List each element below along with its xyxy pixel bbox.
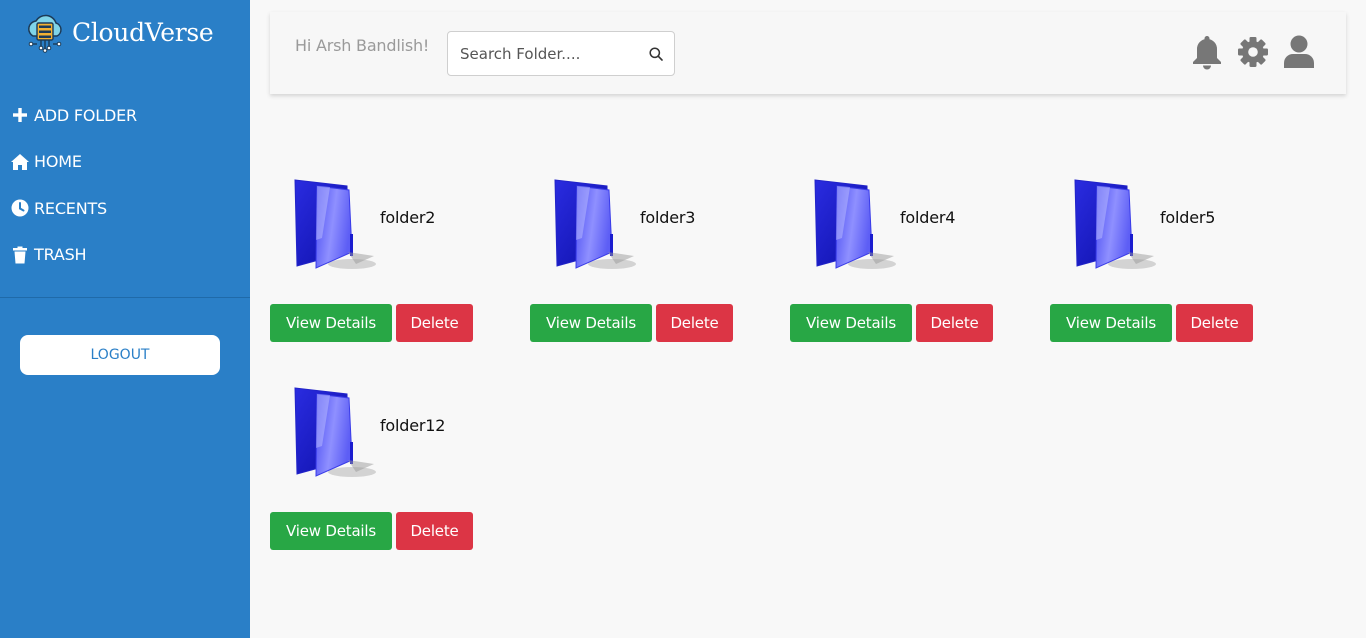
view-details-button[interactable]: View Details [270,304,392,342]
delete-button[interactable]: Delete [656,304,733,342]
folder-card: folder12 View Details Delete [270,378,480,568]
folder-card: folder2 View Details Delete [270,170,480,360]
gear-icon[interactable] [1236,34,1270,70]
brand-name: CloudVerse [72,17,214,47]
sidebar: CloudVerse ADD FOLDER HOME RECENTS TRASH [0,0,250,638]
cloud-server-logo-icon [28,14,62,53]
plus-icon [10,105,30,125]
folder-name: folder3 [640,208,696,227]
search-box [447,31,675,76]
search-icon[interactable] [648,46,664,62]
bell-icon[interactable] [1190,34,1224,70]
folder-icon[interactable] [290,178,380,276]
brand[interactable]: CloudVerse [24,10,214,54]
delete-button[interactable]: Delete [396,512,473,550]
delete-button[interactable]: Delete [396,304,473,342]
folder-card: folder5 View Details Delete [1050,170,1260,360]
folder-name: folder12 [380,416,446,435]
delete-button[interactable]: Delete [1176,304,1253,342]
view-details-button[interactable]: View Details [790,304,912,342]
view-details-button[interactable]: View Details [530,304,652,342]
folder-name: folder4 [900,208,956,227]
folder-card: folder3 View Details Delete [530,170,740,360]
delete-button[interactable]: Delete [916,304,993,342]
sidebar-nav: ADD FOLDER HOME RECENTS TRASH [10,100,240,286]
view-details-button[interactable]: View Details [270,512,392,550]
folder-name: folder5 [1160,208,1216,227]
user-icon[interactable] [1282,34,1316,70]
search-input[interactable] [460,44,640,63]
sidebar-item-trash[interactable]: TRASH [10,240,240,270]
sidebar-item-recents[interactable]: RECENTS [10,193,240,223]
home-icon [10,152,30,172]
folder-icon[interactable] [550,178,640,276]
sidebar-divider [0,297,250,298]
greeting-text: Hi Arsh Bandlish! [295,36,430,55]
sidebar-item-label: RECENTS [34,198,108,218]
folder-icon[interactable] [290,386,380,484]
sidebar-item-label: TRASH [34,245,87,264]
folder-name: folder2 [380,208,436,227]
sidebar-item-home[interactable]: HOME [10,147,240,177]
logout-button[interactable]: LOGOUT [20,335,220,375]
clock-icon [10,198,30,218]
folder-icon[interactable] [1070,178,1160,276]
sidebar-item-label: ADD FOLDER [34,105,137,125]
sidebar-item-add-folder[interactable]: ADD FOLDER [10,100,240,130]
header: Hi Arsh Bandlish! [270,12,1346,94]
view-details-button[interactable]: View Details [1050,304,1172,342]
folder-icon[interactable] [810,178,900,276]
sidebar-item-label: HOME [34,152,82,171]
trash-icon [10,245,30,265]
folder-card: folder4 View Details Delete [790,170,1000,360]
